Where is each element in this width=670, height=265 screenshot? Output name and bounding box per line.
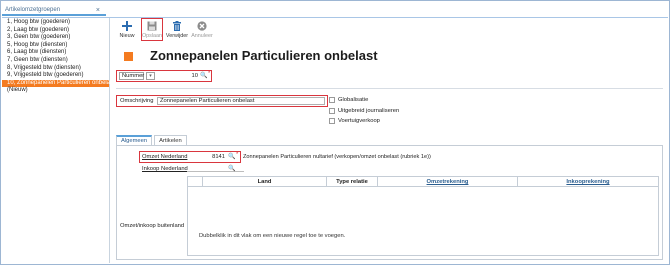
chevron-down-icon[interactable]: ▾: [146, 72, 155, 80]
search-icon[interactable]: 🔍: [200, 72, 207, 79]
search-icon[interactable]: 🔍: [228, 165, 235, 172]
sidebar-item-selected[interactable]: 10, Zonnepanelen Particulieren onbelast: [2, 79, 115, 88]
tab-algemeen[interactable]: Algemeen: [116, 135, 153, 145]
sidebar-item[interactable]: 6, Laag btw (diensten): [2, 49, 109, 57]
omzet-description: Zonnepanelen Particulieren nultarief (ve…: [243, 154, 431, 160]
save-button[interactable]: Opslaan: [141, 18, 163, 41]
search-icon[interactable]: 🔍: [228, 153, 235, 160]
tab-artikelen[interactable]: Artikelen: [154, 135, 187, 145]
page-title: Zonnepanelen Particulieren onbelast: [150, 48, 378, 63]
checkbox-label: Uitgebreid journaliseren: [338, 108, 400, 114]
detail-tabs: Algemeen Artikelen: [116, 135, 189, 145]
sidebar-item[interactable]: 1, Hoog btw (goederen): [2, 19, 109, 27]
voertuigverkoop-checkbox[interactable]: Voertuigverkoop: [329, 118, 380, 124]
description-label: Omschrijving: [120, 98, 154, 104]
checkbox-label: Globalisatie: [338, 97, 369, 103]
checkbox-label: Voertuigverkoop: [338, 118, 380, 124]
close-icon[interactable]: ×: [96, 7, 100, 14]
uitgebreid-journaliseren-checkbox[interactable]: Uitgebreid journaliseren: [329, 108, 399, 114]
grid-empty-hint: Dubbelklik in dit vlak om een nieuwe reg…: [199, 233, 346, 239]
inkoop-nederland-label[interactable]: Inkoop Nederland: [142, 166, 188, 172]
column-header-omzetrekening[interactable]: Omzetrekening: [378, 177, 518, 187]
sidebar-item[interactable]: 8, Vrijgesteld btw (diensten): [2, 65, 109, 73]
buitenland-grid[interactable]: Land Type relatie Omzetrekening Inkoopre…: [187, 176, 659, 256]
sidebar-item[interactable]: 5, Hoog btw (diensten): [2, 42, 109, 50]
trash-icon: [172, 20, 182, 31]
cancel-button-label: Annuleer: [191, 33, 213, 39]
sidebar-item[interactable]: 2, Laag btw (goederen): [2, 27, 109, 35]
new-button-label: Nieuw: [119, 33, 135, 39]
description-input[interactable]: Zonnepanelen Particulieren onbelast: [157, 97, 325, 105]
divider: [116, 88, 663, 89]
delete-button-label: Verwijder: [165, 33, 189, 39]
cancel-button[interactable]: Annuleer: [191, 20, 213, 42]
cancel-icon: [197, 20, 207, 31]
record-indicator: [124, 52, 133, 61]
sidebar-item[interactable]: 7, Geen btw (diensten): [2, 57, 109, 65]
sidebar: 1, Hoog btw (goederen) 2, Laag btw (goed…: [2, 18, 115, 263]
checkbox-box[interactable]: [329, 108, 335, 114]
omzet-inkoop-buitenland-label: Omzet/inkoop buitenland: [120, 223, 185, 229]
sidebar-item-new[interactable]: (Nieuw): [2, 87, 109, 95]
new-button[interactable]: Nieuw: [116, 20, 138, 42]
save-icon: [147, 20, 157, 31]
checkbox-box[interactable]: [329, 118, 335, 124]
sidebar-item[interactable]: 9, Vrijgesteld btw (goederen): [2, 72, 109, 80]
toolbar: Nieuw Opslaan Verwijder Annuleer: [116, 18, 216, 42]
sidebar-item[interactable]: 3, Geen btw (goederen): [2, 34, 109, 42]
globalisatie-checkbox[interactable]: Globalisatie: [329, 97, 368, 103]
column-header-land[interactable]: Land: [203, 177, 327, 187]
delete-button[interactable]: Verwijder: [166, 20, 188, 42]
omzet-nederland-label[interactable]: Omzet Nederland: [142, 154, 187, 160]
grid-header: Land Type relatie Omzetrekening Inkoopre…: [188, 177, 658, 187]
column-header-type-relatie[interactable]: Type relatie: [327, 177, 378, 187]
plus-icon: [122, 20, 132, 31]
save-button-label: Opslaan: [141, 33, 163, 39]
grid-corner: [188, 177, 203, 187]
checkbox-box[interactable]: [329, 97, 335, 103]
required-marker: *: [208, 71, 211, 77]
document-tab-title: Artikelomzetgroepen: [5, 7, 61, 13]
document-tab[interactable]: Artikelomzetgroepen ×: [2, 6, 106, 16]
sidebar-list: 1, Hoog btw (goederen) 2, Laag btw (goed…: [2, 18, 115, 95]
required-marker: *: [236, 152, 239, 158]
number-type-select[interactable]: Nummer: [119, 72, 144, 80]
column-header-inkooprekening[interactable]: Inkooprekening: [518, 177, 658, 187]
